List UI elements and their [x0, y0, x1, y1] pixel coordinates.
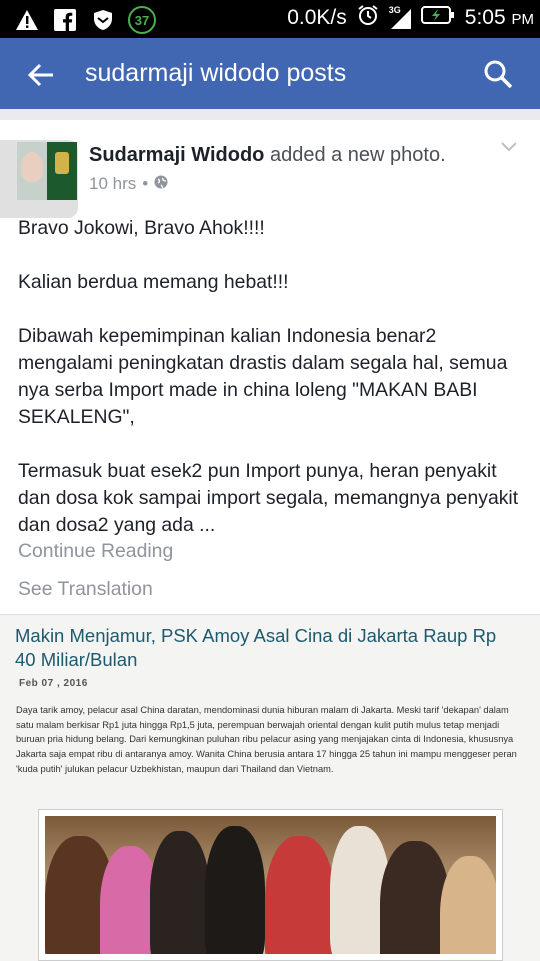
article-photo-image [45, 816, 496, 954]
shared-photo[interactable]: Makin Menjamur, PSK Amoy Asal Cina di Ja… [0, 614, 540, 961]
profile-emblem-image [55, 152, 69, 174]
article-text: Daya tarik amoy, pelacur asal China dara… [16, 705, 517, 774]
net-speed: 0.0K/s [287, 6, 347, 29]
meta-separator: • [142, 174, 149, 193]
photo-figure [150, 831, 210, 954]
clock-time: 5:05 [464, 6, 506, 29]
signal-label: 3G [388, 5, 401, 15]
article-title: Makin Menjamur, PSK Amoy Asal Cina di Ja… [15, 625, 497, 670]
notification-badge: 37 [128, 6, 156, 34]
chevron-down-icon[interactable] [500, 140, 518, 152]
post-body: Bravo Jokowi, Bravo Ahok!!!! Kalian berd… [18, 215, 523, 539]
post-action: added a new photo. [269, 144, 446, 166]
signal-icon: 3G [388, 5, 411, 29]
post-paragraph: Dibawah kepemimpinan kalian Indonesia be… [18, 325, 508, 428]
clock-ampm: PM [511, 11, 535, 28]
avatar[interactable] [0, 140, 78, 218]
post-paragraph: Bravo Jokowi, Bravo Ahok!!!! [18, 217, 265, 239]
post-paragraph: Kalian berdua memang hebat!!! [18, 271, 289, 293]
post-header: Sudarmaji Widodo added a new photo. [89, 144, 446, 167]
post-meta: 10 hrs • [89, 174, 168, 194]
app-bar: sudarmaji widodo posts [0, 38, 540, 109]
alarm-icon [357, 4, 379, 32]
post-time[interactable]: 10 hrs [89, 174, 136, 194]
photo-figure [440, 856, 496, 954]
article-date: Feb 07 , 2016 [19, 678, 88, 689]
post-paragraph: Termasuk buat esek2 pun Import punya, he… [18, 460, 519, 536]
photo-figure [205, 826, 265, 954]
shield-icon [90, 7, 116, 33]
author-name[interactable]: Sudarmaji Widodo [89, 144, 264, 166]
post-card: Sudarmaji Widodo added a new photo. 10 h… [0, 120, 540, 961]
clock: 5:05 PM [465, 6, 534, 30]
warning-icon [14, 7, 40, 33]
back-arrow-icon[interactable] [26, 60, 56, 90]
battery-icon [420, 5, 455, 31]
photo-figure [265, 836, 335, 954]
status-bar: 37 0.0K/s 3G 5:05 PM [0, 0, 540, 38]
facebook-icon [52, 7, 78, 33]
profile-face-image [21, 152, 43, 182]
profile-photo [17, 142, 77, 200]
globe-icon [154, 174, 168, 194]
page-title: sudarmaji widodo posts [85, 59, 347, 87]
see-translation-link[interactable]: See Translation [18, 578, 153, 601]
search-icon[interactable] [482, 58, 514, 90]
article-photo [38, 809, 503, 961]
continue-reading-link[interactable]: Continue Reading [18, 540, 173, 563]
